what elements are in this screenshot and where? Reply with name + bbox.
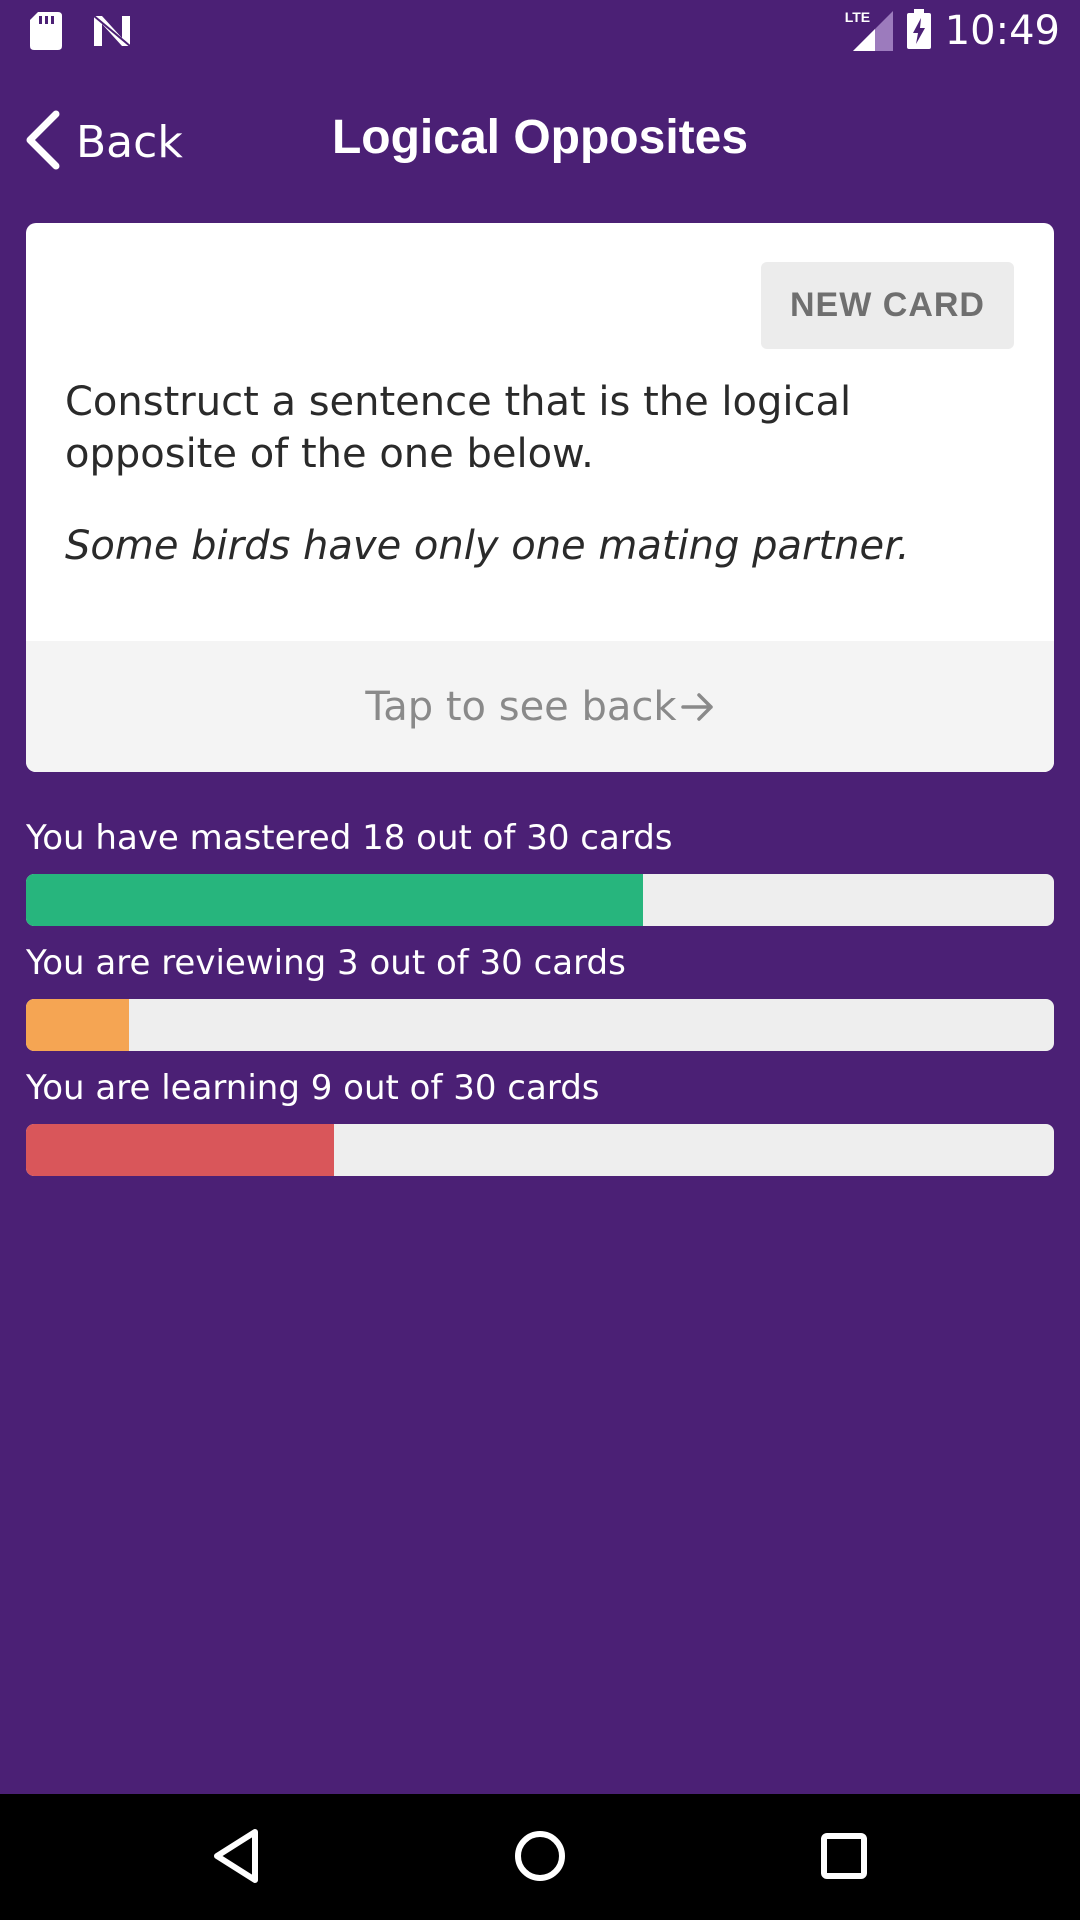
- progress-reviewing: You are reviewing 3 out of 30 cards: [26, 939, 1054, 1051]
- status-bar: LTE 10:49: [0, 0, 1080, 62]
- card-instructions: Construct a sentence that is the logical…: [65, 379, 852, 477]
- progress-track: [26, 1124, 1054, 1176]
- circle-home-icon: [513, 1829, 567, 1888]
- status-time: 10:49: [944, 8, 1060, 54]
- flashcard: NEW CARD Construct a sentence that is th…: [26, 223, 1054, 772]
- nav-home-button[interactable]: [508, 1826, 572, 1890]
- progress-fill: [26, 874, 643, 926]
- progress-fill: [26, 1124, 335, 1176]
- network-type-label: LTE: [844, 9, 871, 25]
- progress-label: You are reviewing 3 out of 30 cards: [26, 943, 626, 983]
- n-notification-icon: [92, 14, 132, 53]
- new-card-button[interactable]: NEW CARD: [761, 262, 1014, 349]
- nav-back-button[interactable]: [204, 1826, 268, 1890]
- lte-signal-icon: LTE: [844, 9, 893, 51]
- progress-label: You are learning 9 out of 30 cards: [26, 1068, 600, 1108]
- system-navigation-bar: [0, 1794, 1080, 1920]
- arrow-right-icon: [680, 690, 715, 724]
- progress-fill: [26, 999, 129, 1051]
- card-sentence: Some birds have only one mating partner.: [65, 523, 910, 569]
- nav-recents-button[interactable]: [812, 1826, 876, 1890]
- battery-charging-icon: [906, 8, 931, 54]
- sd-card-icon: [30, 12, 62, 55]
- progress-learning: You are learning 9 out of 30 cards: [26, 1064, 1054, 1176]
- progress-track: [26, 999, 1054, 1051]
- tap-to-see-back-button[interactable]: Tap to see back: [26, 641, 1054, 772]
- progress-mastered: You have mastered 18 out of 30 cards: [26, 814, 1054, 926]
- progress-label: You have mastered 18 out of 30 cards: [26, 818, 673, 858]
- square-recents-icon: [820, 1832, 868, 1885]
- progress-track: [26, 874, 1054, 926]
- page-title: Logical Opposites: [331, 111, 749, 164]
- app-bar: Back Logical Opposites: [0, 88, 1080, 188]
- triangle-back-icon: [211, 1828, 261, 1889]
- tap-to-see-back-label: Tap to see back: [365, 683, 677, 730]
